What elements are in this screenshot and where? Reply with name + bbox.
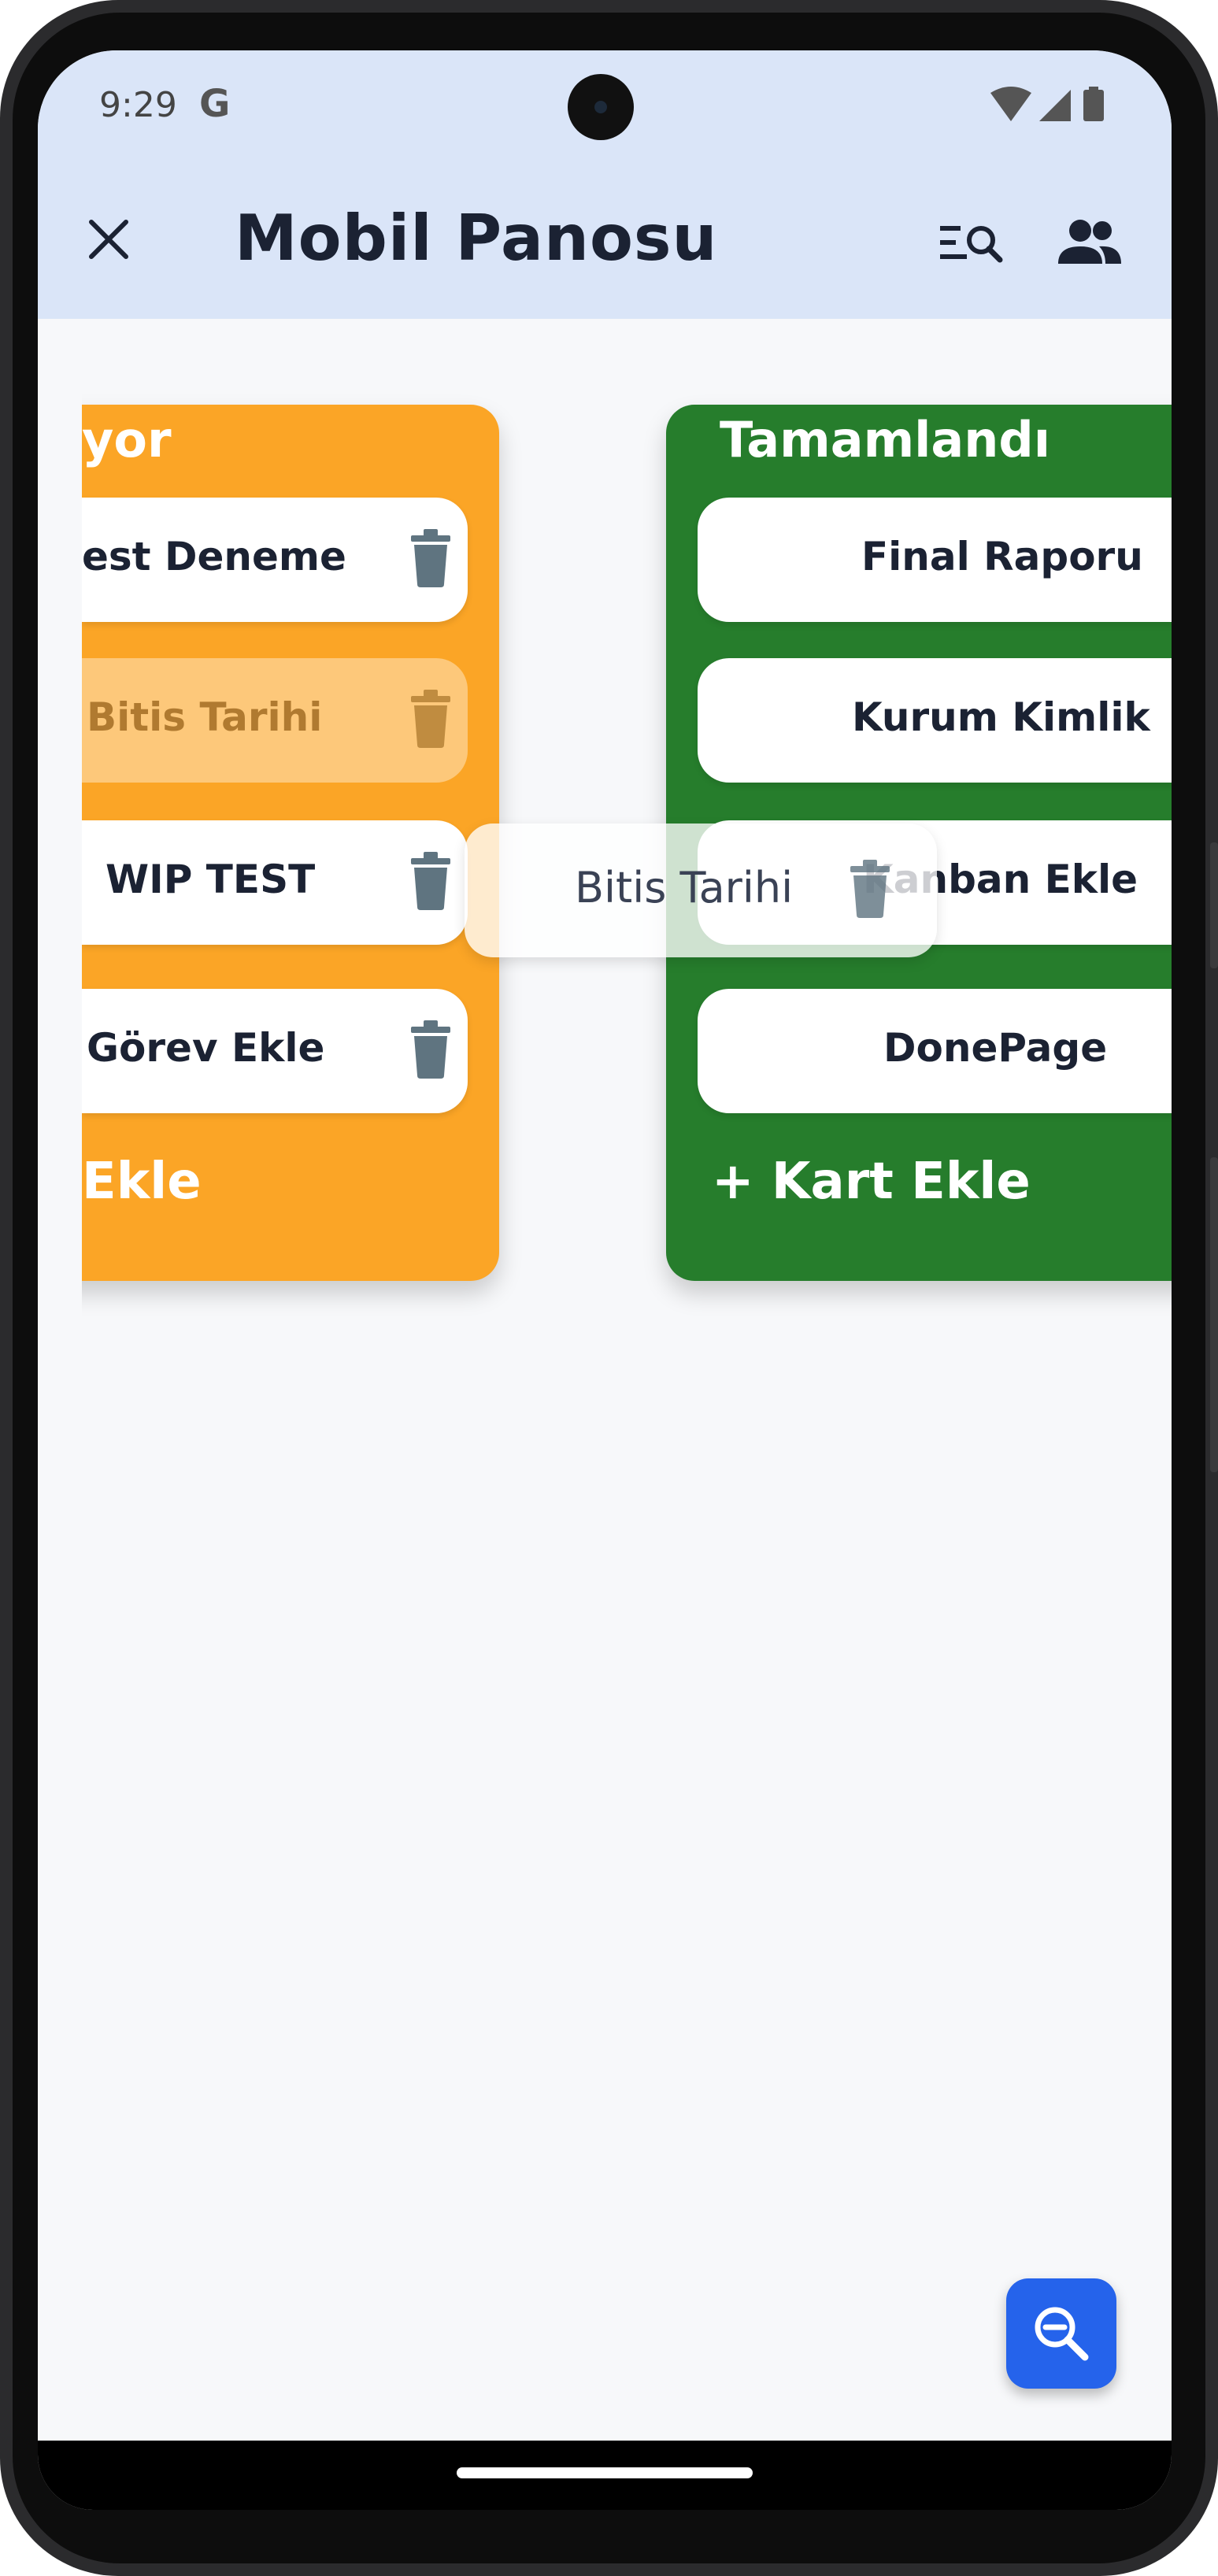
search-list-icon: [940, 226, 1003, 263]
card-label: Bitis Tarihi: [87, 694, 323, 740]
column-in-progress: yor est Deneme Bitis Tarihi WIP TEST Gör…: [82, 405, 499, 1281]
dragging-card[interactable]: Bitis Tarihi: [465, 824, 937, 957]
close-button[interactable]: [77, 208, 140, 271]
volume-button: [1210, 842, 1218, 968]
trash-icon[interactable]: [409, 852, 452, 910]
status-time: 9:29: [99, 85, 177, 125]
battery-icon: [1083, 90, 1104, 121]
add-card-button[interactable]: Ekle: [82, 1153, 202, 1211]
card-label: est Deneme: [82, 534, 346, 579]
zoom-out-button[interactable]: [1006, 2278, 1116, 2389]
card[interactable]: Görev Ekle: [82, 989, 468, 1113]
members-button[interactable]: [1053, 212, 1124, 275]
card[interactable]: Final Raporu: [698, 498, 1172, 622]
zoom-out-icon: [1035, 2307, 1089, 2361]
power-button: [1210, 1157, 1218, 1472]
card[interactable]: WIP TEST: [82, 820, 468, 945]
add-card-button[interactable]: + Kart Ekle: [712, 1153, 1031, 1211]
card[interactable]: Kurum Kimlik: [698, 658, 1172, 783]
trash-icon[interactable]: [409, 529, 452, 587]
card-label: DonePage: [883, 1025, 1108, 1071]
home-indicator[interactable]: [457, 2467, 753, 2478]
card-label: WIP TEST: [106, 857, 316, 902]
app-bar: 9:29 G Mobil Panosu: [38, 50, 1172, 319]
trash-icon[interactable]: [849, 860, 891, 918]
status-icons: [990, 87, 1104, 121]
kanban-board: yor est Deneme Bitis Tarihi WIP TEST Gör…: [82, 319, 1172, 1421]
google-icon: G: [199, 82, 231, 126]
wifi-icon: [990, 87, 1031, 121]
card-label: Görev Ekle: [87, 1025, 325, 1071]
card-drag-placeholder[interactable]: Bitis Tarihi: [82, 658, 468, 783]
card-label: Kurum Kimlik: [852, 694, 1150, 740]
group-icon: [1058, 220, 1121, 264]
card-label: Final Raporu: [861, 534, 1143, 579]
camera-cutout: [568, 74, 634, 140]
card[interactable]: est Deneme: [82, 498, 468, 622]
column-title: yor: [82, 411, 172, 468]
trash-icon[interactable]: [409, 1020, 452, 1079]
cell-signal-icon: [1039, 90, 1071, 121]
column-title: Tamamlandı: [720, 411, 1051, 468]
screen: 9:29 G Mobil Panosu yor est Deneme Bitis…: [38, 50, 1172, 2510]
search-filter-button[interactable]: [935, 212, 1006, 275]
card[interactable]: DonePage: [698, 989, 1172, 1113]
close-icon: [89, 220, 128, 259]
page-title: Mobil Panosu: [235, 202, 718, 275]
card-label: Bitis Tarihi: [575, 863, 794, 912]
trash-icon[interactable]: [409, 690, 452, 748]
